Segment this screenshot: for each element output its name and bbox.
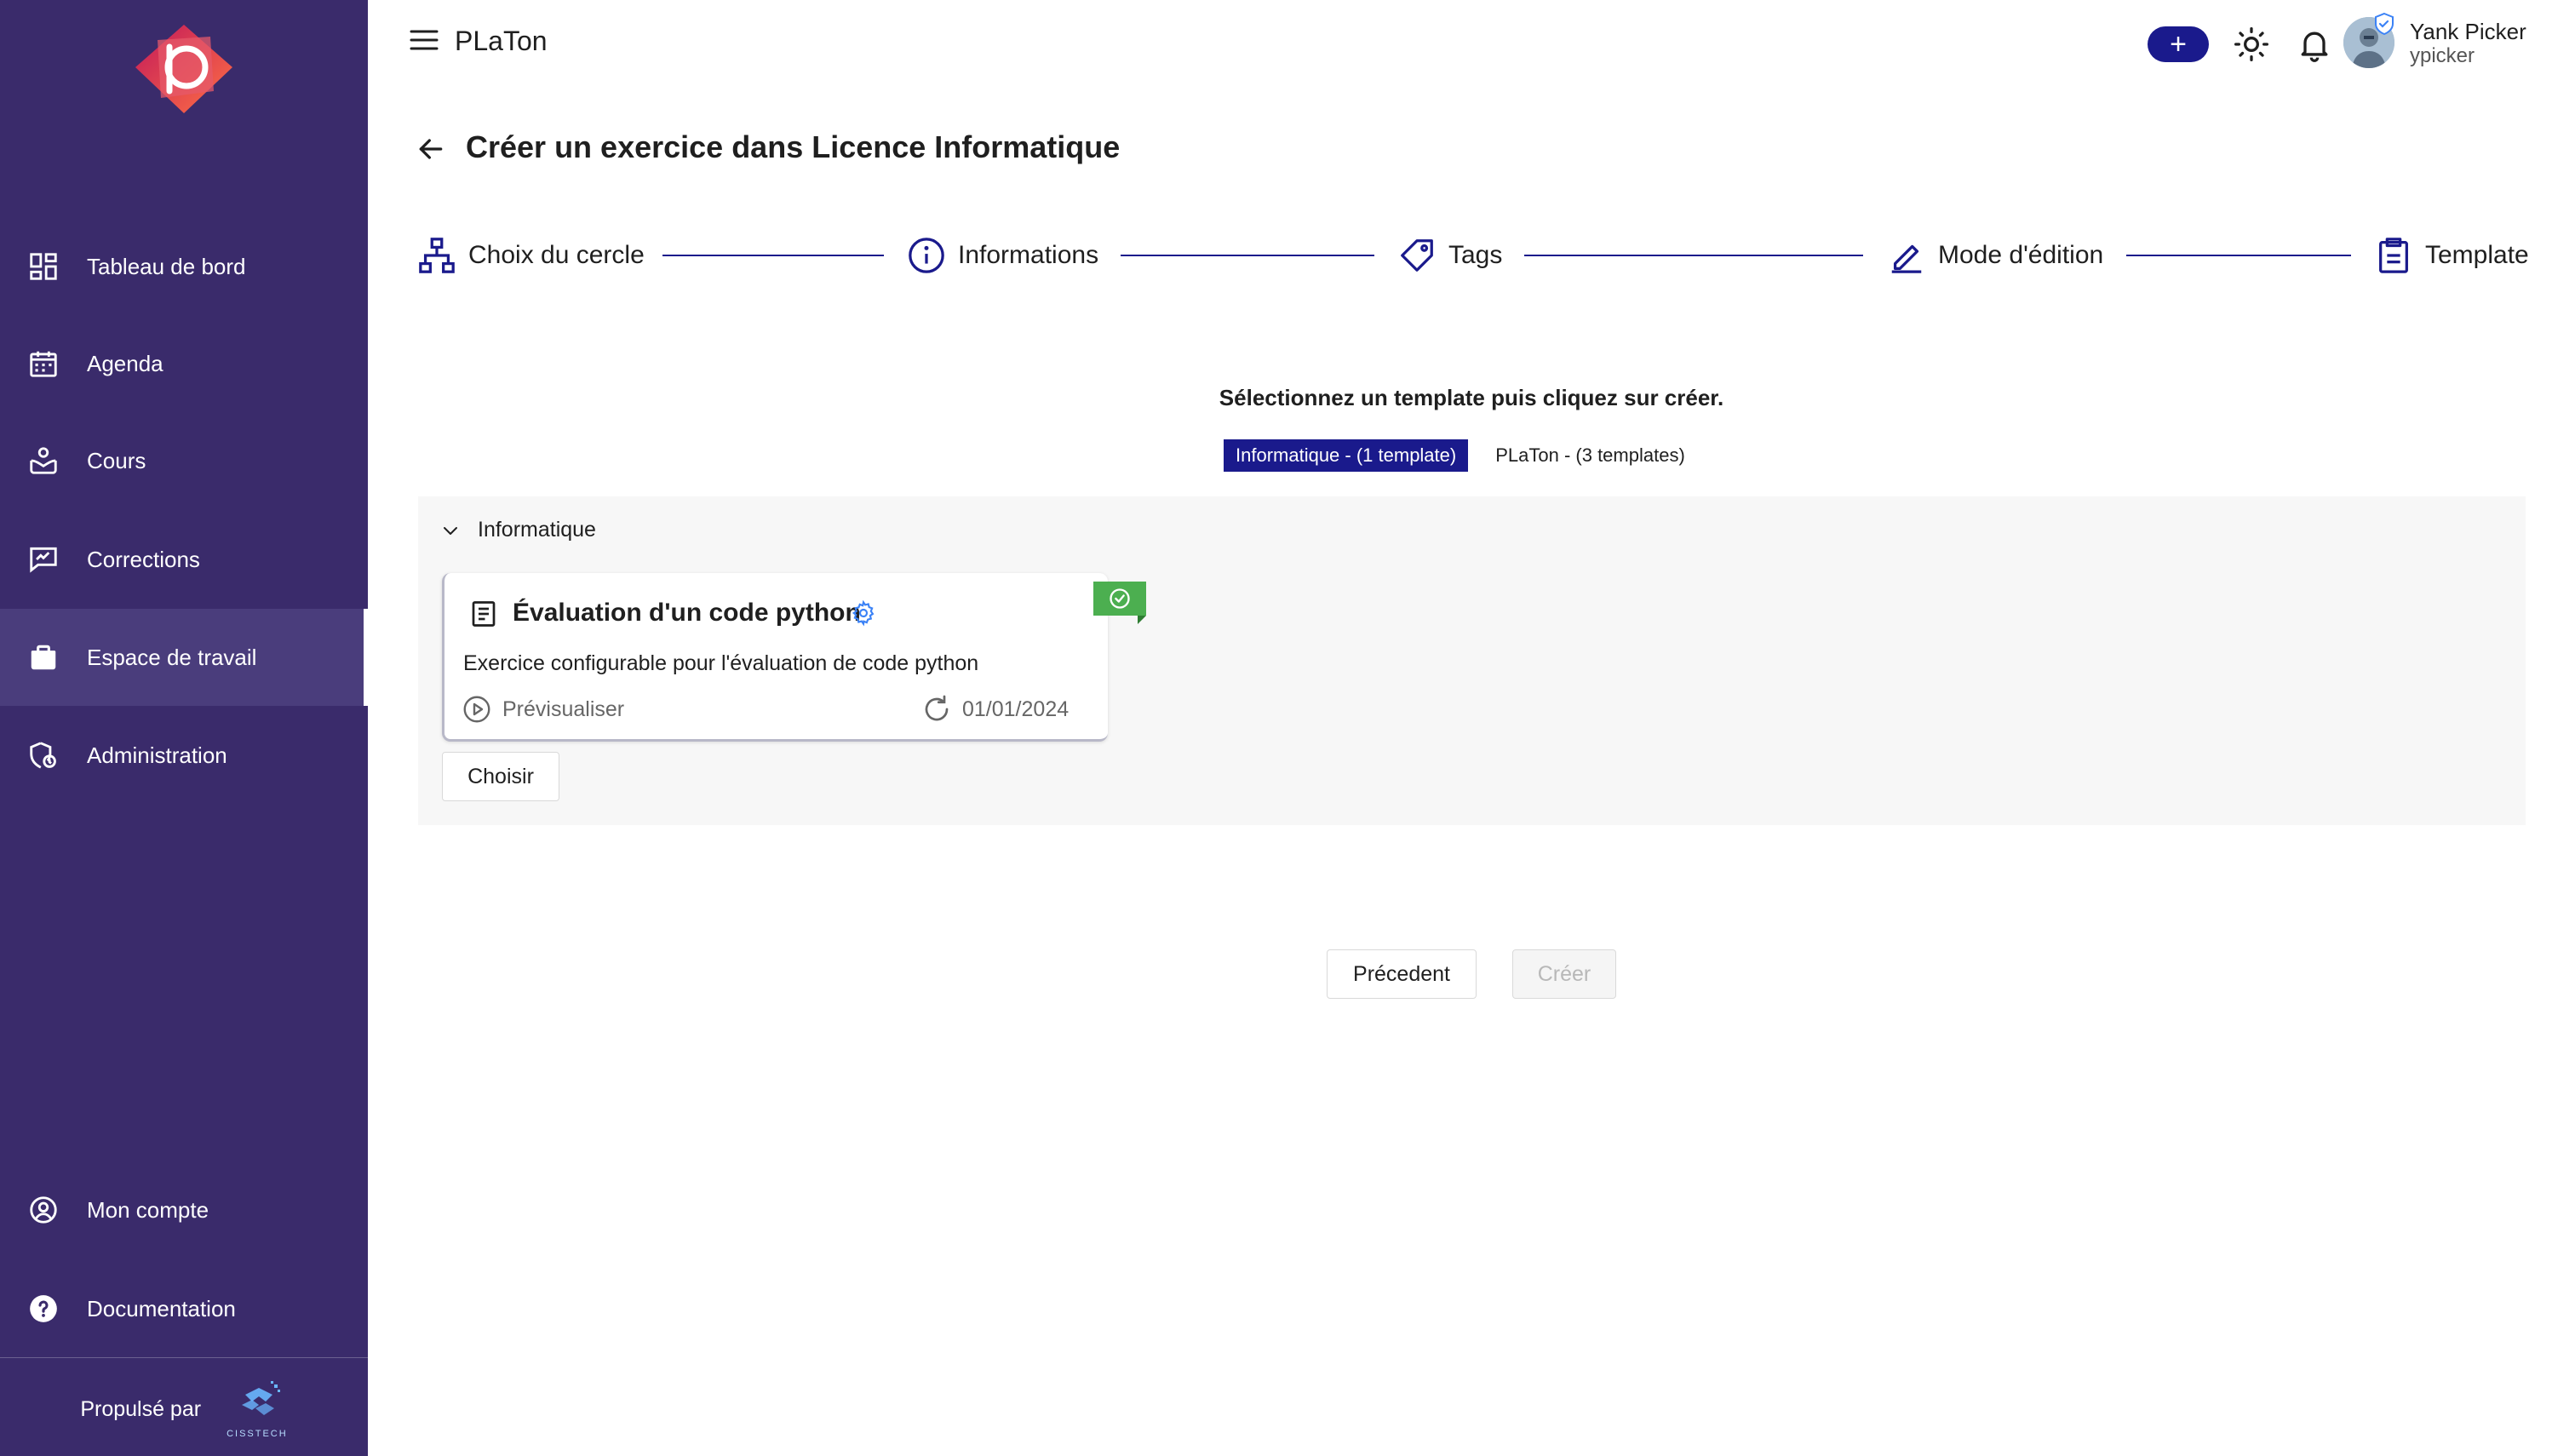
sidebar-item-label: Administration <box>87 742 227 768</box>
tab-platon[interactable]: PLaTon - (3 templates) <box>1483 439 1697 472</box>
sidebar-item-label: Cours <box>87 447 146 473</box>
sun-icon[interactable] <box>2233 26 2270 63</box>
step-connector <box>1121 255 1374 256</box>
sidebar-item-administration[interactable]: Administration <box>0 707 368 804</box>
top-bar: PLaTon + Yank Picker ypicker <box>368 0 2575 89</box>
step-label: Mode d'édition <box>1938 241 2104 269</box>
cisstech-logo[interactable]: CISSTECH <box>227 1379 288 1439</box>
preview-label: Prévisualiser <box>502 696 625 721</box>
sidebar-item-corrections[interactable]: Corrections <box>0 511 368 608</box>
badge-fold <box>1138 616 1146 624</box>
document-icon <box>472 601 496 627</box>
group-label: Informatique <box>478 518 596 542</box>
sidebar-divider <box>0 1357 368 1358</box>
group-header[interactable]: Informatique <box>440 518 596 542</box>
sidebar-item-label: Mon compte <box>87 1196 209 1223</box>
app-title[interactable]: PLaTon <box>455 26 548 57</box>
step-mode-edition[interactable]: Mode d'édition <box>1887 230 2103 281</box>
card-date: 01/01/2024 <box>921 694 1069 725</box>
template-card[interactable]: Évaluation d'un code python Exercice con… <box>442 573 1146 742</box>
step-label: Tags <box>1448 241 1503 269</box>
step-connector <box>662 255 884 256</box>
step-choix-du-cercle[interactable]: Choix du cercle <box>417 230 645 281</box>
tab-informatique[interactable]: Informatique - (1 template) <box>1224 439 1469 472</box>
refresh-icon <box>925 695 949 721</box>
verified-badge-icon <box>2375 12 2394 36</box>
sidebar-item-label: Agenda <box>87 350 163 376</box>
briefcase-icon <box>27 641 60 674</box>
check-circle-icon <box>1110 588 1130 609</box>
sidebar-item-label: Documentation <box>87 1295 236 1321</box>
sidebar-item-mon-compte[interactable]: Mon compte <box>0 1161 368 1258</box>
sidebar-item-cours[interactable]: Cours <box>0 412 368 509</box>
step-label: Informations <box>958 241 1099 269</box>
card-description: Exercice configurable pour l'évaluation … <box>463 651 979 675</box>
sidebar-item-label: Corrections <box>87 546 200 572</box>
powered-by: Propulsé par CISSTECH <box>0 1362 368 1456</box>
step-connector <box>2126 255 2351 256</box>
selected-badge <box>1093 582 1146 616</box>
step-tags[interactable]: Tags <box>1397 230 1502 281</box>
step-label: Template <box>2425 241 2529 269</box>
sidebar-item-label: Espace de travail <box>87 644 257 670</box>
previous-button[interactable]: Précedent <box>1327 949 1477 999</box>
calendar-icon <box>27 347 60 380</box>
stepper: Choix du cercle Informations Tags Mode d… <box>0 230 2575 281</box>
admin-icon <box>27 739 60 771</box>
step-connector <box>1524 255 1863 256</box>
course-icon <box>27 444 60 477</box>
hamburger-menu-icon[interactable] <box>406 24 442 56</box>
chevron-down-icon <box>444 526 457 535</box>
cisstech-icon <box>241 1381 280 1415</box>
preview-link[interactable]: Prévisualiser <box>462 694 624 725</box>
play-circle-icon <box>463 696 490 723</box>
hierarchy-icon <box>419 238 455 273</box>
date-label: 01/01/2024 <box>962 696 1070 721</box>
user-name[interactable]: Yank Picker <box>2410 19 2526 45</box>
step-informations[interactable]: Informations <box>907 230 1098 281</box>
sidebar-item-documentation[interactable]: Documentation <box>0 1260 368 1357</box>
corrections-icon <box>27 543 60 576</box>
user-login: ypicker <box>2410 44 2475 67</box>
clipboard-icon <box>2379 238 2408 273</box>
step-template[interactable]: Template <box>2374 230 2529 281</box>
sidebar-item-agenda[interactable]: Agenda <box>0 315 368 412</box>
sidebar: Tableau de bord Agenda Cours Corrections… <box>0 0 368 1456</box>
pencil-icon <box>1891 244 1922 273</box>
create-button[interactable]: Créer <box>1512 949 1616 999</box>
cisstech-brand-name: CISSTECH <box>227 1429 288 1439</box>
instruction-text: Sélectionnez un template puis cliquez su… <box>1219 385 1724 410</box>
tag-icon <box>1401 239 1433 272</box>
template-tabs: Informatique - (1 template) PLaTon - (3 … <box>1224 439 1697 472</box>
card-title: Évaluation d'un code python <box>513 599 861 627</box>
platon-logo[interactable] <box>132 21 236 117</box>
account-icon <box>27 1194 60 1226</box>
gear-icon[interactable] <box>850 599 877 627</box>
choose-button[interactable]: Choisir <box>442 752 559 801</box>
help-icon <box>27 1293 60 1325</box>
add-button[interactable]: + <box>2148 26 2209 62</box>
bell-icon[interactable] <box>2296 26 2333 63</box>
template-group-panel: Informatique Évaluation d'un code python… <box>418 496 2526 825</box>
arrow-back-icon[interactable] <box>414 132 448 166</box>
sidebar-item-espace-de-travail[interactable]: Espace de travail <box>0 609 368 706</box>
info-icon <box>909 238 944 273</box>
step-label: Choix du cercle <box>468 241 645 269</box>
page-title: Créer un exercice dans Licence Informati… <box>466 129 1121 164</box>
powered-by-text: Propulsé par <box>80 1396 202 1421</box>
